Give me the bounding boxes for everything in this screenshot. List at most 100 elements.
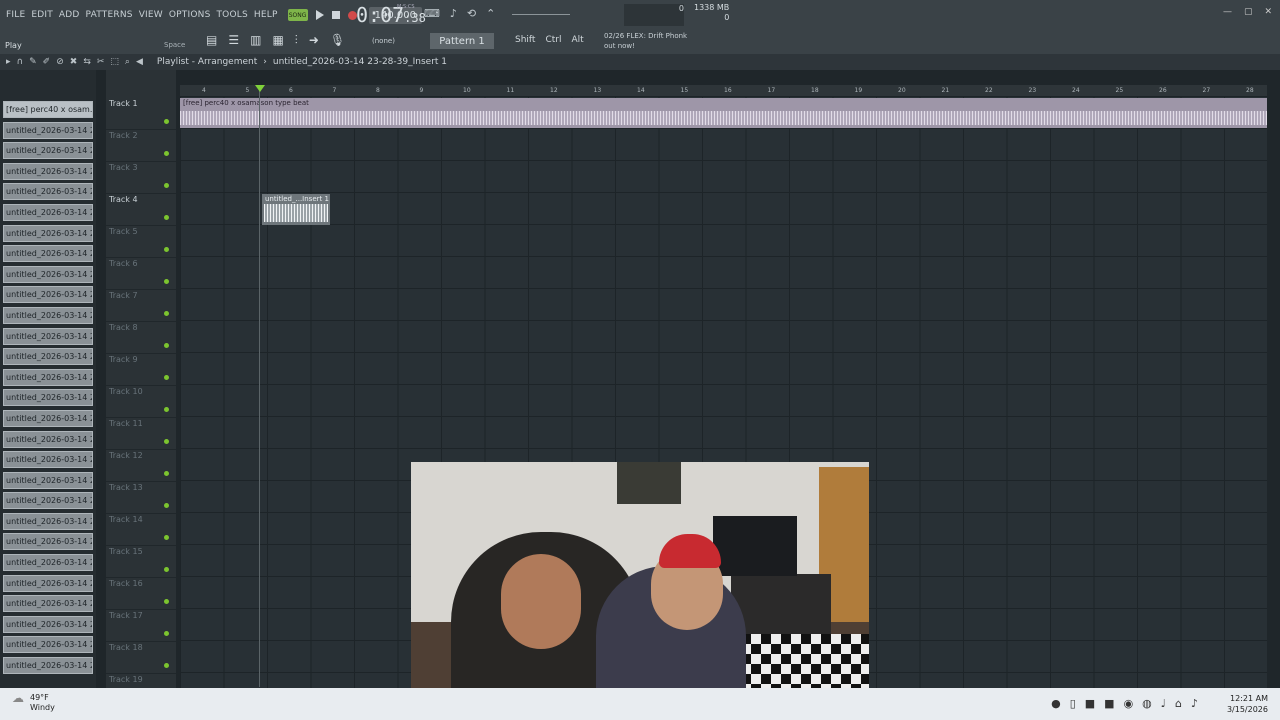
channel-item[interactable]: untitled_2026-03-14 22-... bbox=[3, 265, 93, 283]
arrow-right-icon[interactable]: ▸ bbox=[6, 57, 11, 67]
track-mute-led[interactable] bbox=[164, 407, 169, 412]
channel-item[interactable]: untitled_2026-03-14 22-... bbox=[3, 348, 93, 366]
magnet-icon[interactable]: ∩ bbox=[17, 57, 24, 67]
channel-item[interactable]: untitled_2026-03-14 22-... bbox=[3, 492, 93, 510]
track-header[interactable]: Track 1 bbox=[106, 98, 176, 130]
track-header[interactable]: Track 16 bbox=[106, 578, 176, 610]
track-header[interactable]: Track 13 bbox=[106, 482, 176, 514]
nvidia-icon[interactable]: ■ bbox=[1085, 697, 1095, 710]
close-icon[interactable]: ✕ bbox=[1264, 7, 1272, 17]
channel-item[interactable]: untitled_2026-03-14 22-... bbox=[3, 203, 93, 221]
modifier-ctrl[interactable]: Ctrl bbox=[545, 35, 561, 45]
track-header[interactable]: Track 11 bbox=[106, 418, 176, 450]
track-header[interactable]: Track 2 bbox=[106, 130, 176, 162]
play-icon[interactable] bbox=[315, 10, 324, 20]
menu-view[interactable]: VIEW bbox=[139, 10, 163, 20]
track-mute-led[interactable] bbox=[164, 471, 169, 476]
stop-icon[interactable] bbox=[331, 11, 340, 19]
track-mute-led[interactable] bbox=[164, 311, 169, 316]
track-header[interactable]: Track 18 bbox=[106, 642, 176, 674]
channel-item[interactable]: untitled_2026-03-14 22-... bbox=[3, 121, 93, 139]
channel-item[interactable]: untitled_2026-03-14 22-... bbox=[3, 286, 93, 304]
track-mute-led[interactable] bbox=[164, 279, 169, 284]
menu-patterns[interactable]: PATTERNS bbox=[86, 10, 133, 20]
channel-item[interactable]: untitled_2026-03-14 22-... bbox=[3, 245, 93, 263]
channel-item[interactable]: untitled_2026-03-14 22-... bbox=[3, 183, 93, 201]
channel-item[interactable]: untitled_2026-03-14 22-... bbox=[3, 327, 93, 345]
channel-item[interactable]: untitled_2026-03-14 22-... bbox=[3, 574, 93, 592]
audio-clip-beat[interactable]: [free] perc40 x osamason type beat bbox=[180, 98, 1267, 128]
channel-item[interactable]: untitled_2026-03-14 22-... bbox=[3, 512, 93, 530]
zoom-icon[interactable]: ⌕ bbox=[125, 57, 130, 67]
delete-icon[interactable]: ⊘ bbox=[56, 57, 64, 67]
weather-widget[interactable]: ☁ 49°F Windy bbox=[12, 692, 55, 713]
channel-item[interactable]: untitled_2026-03-14 22-... bbox=[3, 389, 93, 407]
channel-item[interactable]: untitled_2026-03-14 22-... bbox=[3, 430, 93, 448]
menu-file[interactable]: FILE bbox=[6, 10, 25, 20]
app-icon-1[interactable]: ● bbox=[1051, 697, 1061, 710]
speaker-icon[interactable]: ◀ bbox=[136, 57, 143, 67]
mic-tray-icon[interactable]: ♩ bbox=[1161, 697, 1166, 710]
minimize-icon[interactable]: — bbox=[1223, 7, 1232, 17]
channel-item[interactable]: untitled_2026-03-14 22-... bbox=[3, 368, 93, 386]
track-mute-led[interactable] bbox=[164, 439, 169, 444]
track-mute-led[interactable] bbox=[164, 567, 169, 572]
metronome-icon[interactable]: ⌃ bbox=[486, 7, 495, 20]
maximize-icon[interactable]: ▢ bbox=[1244, 7, 1253, 17]
slice-icon[interactable]: ✂ bbox=[97, 57, 105, 67]
select-icon[interactable]: ⬚ bbox=[110, 57, 119, 67]
track-mute-led[interactable] bbox=[164, 631, 169, 636]
taskbar-clock[interactable]: 12:21 AM 3/15/2026 bbox=[1227, 693, 1268, 715]
menu-help[interactable]: HELP bbox=[254, 10, 278, 20]
channel-item[interactable]: untitled_2026-03-14 22-... bbox=[3, 451, 93, 469]
channel-item[interactable]: untitled_2026-03-14 22-... bbox=[3, 142, 93, 160]
menu-tools[interactable]: TOOLS bbox=[216, 10, 247, 20]
channel-item[interactable]: untitled_2026-03-14 22-... bbox=[3, 306, 93, 324]
track-header[interactable]: Track 8 bbox=[106, 322, 176, 354]
track-header[interactable]: Track 10 bbox=[106, 386, 176, 418]
master-volume-slider[interactable] bbox=[512, 14, 570, 15]
typing-keyboard-icon[interactable]: ⌨ bbox=[424, 7, 440, 20]
mute-icon[interactable]: ✖ bbox=[70, 57, 78, 67]
chrome-icon[interactable]: ◉ bbox=[1124, 697, 1134, 710]
modifier-alt[interactable]: Alt bbox=[571, 35, 583, 45]
track-header[interactable]: Track 12 bbox=[106, 450, 176, 482]
track-header[interactable]: Track 5 bbox=[106, 226, 176, 258]
network-icon[interactable]: ⌂ bbox=[1175, 697, 1182, 710]
track-mute-led[interactable] bbox=[164, 503, 169, 508]
track-mute-led[interactable] bbox=[164, 343, 169, 348]
menu-options[interactable]: OPTIONS bbox=[169, 10, 211, 20]
app-icon-2[interactable]: ■ bbox=[1104, 697, 1114, 710]
channel-item[interactable]: untitled_2026-03-14 22-... bbox=[3, 409, 93, 427]
playhead-marker[interactable] bbox=[255, 85, 265, 92]
mic-icon[interactable]: 🎙 bbox=[330, 33, 345, 48]
track-mute-led[interactable] bbox=[164, 119, 169, 124]
track-mute-led[interactable] bbox=[164, 215, 169, 220]
time-display[interactable]: 0:07:38 bbox=[356, 3, 426, 27]
volume-icon[interactable]: ♪ bbox=[1191, 697, 1198, 710]
modifier-shift[interactable]: Shift bbox=[515, 35, 535, 45]
browser-icon[interactable]: ▦ bbox=[272, 33, 283, 48]
track-header[interactable]: Track 6 bbox=[106, 258, 176, 290]
usb-icon[interactable]: ▯ bbox=[1070, 697, 1076, 710]
mixer-icon[interactable]: ⫶ bbox=[295, 33, 298, 48]
track-mute-led[interactable] bbox=[164, 247, 169, 252]
channel-item[interactable]: untitled_2026-03-14 22-... bbox=[3, 657, 93, 675]
track-header[interactable]: Track 3 bbox=[106, 162, 176, 194]
menu-add[interactable]: ADD bbox=[59, 10, 80, 20]
channel-item[interactable]: untitled_2026-03-14 22-... bbox=[3, 471, 93, 489]
arrow-icon[interactable]: ➜ bbox=[309, 33, 319, 48]
app-icon-3[interactable]: ◍ bbox=[1142, 697, 1152, 710]
track-mute-led[interactable] bbox=[164, 599, 169, 604]
step-edit-icon[interactable]: ♪ bbox=[450, 7, 457, 20]
menu-edit[interactable]: EDIT bbox=[31, 10, 53, 20]
track-header[interactable]: Track 15 bbox=[106, 546, 176, 578]
brush-icon[interactable]: ✐ bbox=[43, 57, 51, 67]
pattern-selector[interactable]: Pattern 1 bbox=[430, 33, 494, 49]
timeline-ruler[interactable]: 4 5 6 7 8 9 10 11 12 13 14 15 16 17 18 19 20 21 22 23 24 25 26… bbox=[180, 85, 1267, 96]
channel-item[interactable]: untitled_2026-03-14 22-... bbox=[3, 615, 93, 633]
track-mute-led[interactable] bbox=[164, 663, 169, 668]
track-header[interactable]: Track 4 bbox=[106, 194, 176, 226]
channel-item[interactable]: untitled_2026-03-14 22-... bbox=[3, 224, 93, 242]
track-mute-led[interactable] bbox=[164, 375, 169, 380]
